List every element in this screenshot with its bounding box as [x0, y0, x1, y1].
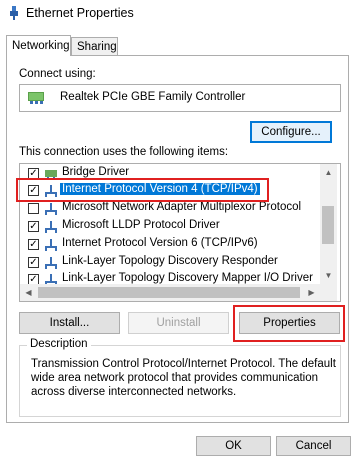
item-label: Bridge Driver	[62, 166, 130, 178]
scroll-left-arrow-icon[interactable]: ◀	[20, 284, 37, 301]
vertical-scrollbar[interactable]: ▲ ▼	[320, 164, 337, 284]
item-checkbox[interactable]: ✓	[28, 257, 39, 268]
item-checkbox[interactable]: ✓	[28, 221, 39, 232]
item-label: Microsoft Network Adapter Multiplexor Pr…	[62, 201, 302, 213]
item-label: Link-Layer Topology Discovery Responder	[62, 255, 278, 267]
window-title: Ethernet Properties	[26, 6, 134, 20]
network-protocol-icon	[45, 203, 57, 215]
list-item[interactable]: ✓ Microsoft LLDP Protocol Driver	[20, 218, 325, 235]
network-protocol-icon	[45, 239, 57, 251]
configure-button[interactable]: Configure...	[250, 121, 332, 143]
item-label: Internet Protocol Version 6 (TCP/IPv6)	[62, 237, 258, 249]
connect-using-label: Connect using:	[19, 68, 96, 80]
vertical-scroll-thumb[interactable]	[322, 206, 334, 244]
list-item[interactable]: ✓ Internet Protocol Version 6 (TCP/IPv6)	[20, 236, 325, 253]
tab-networking[interactable]: Networking	[6, 35, 71, 56]
item-checkbox[interactable]: ✓	[28, 239, 39, 250]
scroll-down-arrow-icon[interactable]: ▼	[320, 267, 337, 284]
description-label: Description	[27, 338, 91, 350]
uninstall-button: Uninstall	[128, 312, 229, 334]
properties-highlight-box	[233, 305, 345, 342]
item-label: Microsoft LLDP Protocol Driver	[62, 219, 220, 231]
description-text: Transmission Control Protocol/Internet P…	[31, 358, 336, 398]
title-bar: Ethernet Properties	[0, 0, 356, 28]
item-checkbox[interactable]	[28, 203, 39, 214]
cancel-button[interactable]: Cancel	[276, 436, 351, 456]
scroll-right-arrow-icon[interactable]: ▶	[303, 284, 320, 301]
scroll-corner	[320, 284, 337, 301]
tab-sharing[interactable]: Sharing	[71, 37, 118, 55]
network-adapter-icon	[28, 92, 44, 104]
items-label: This connection uses the following items…	[19, 146, 229, 158]
horizontal-scroll-thumb[interactable]	[38, 287, 300, 298]
item-label: Link-Layer Topology Discovery Mapper I/O…	[62, 272, 313, 284]
install-button[interactable]: Install...	[19, 312, 120, 334]
network-protocol-icon	[45, 221, 57, 233]
horizontal-scrollbar[interactable]: ◀ ▶	[20, 284, 320, 301]
list-item[interactable]: ✓ Link-Layer Topology Discovery Responde…	[20, 254, 325, 271]
ok-button[interactable]: OK	[196, 436, 271, 456]
ipv4-highlight-box	[16, 178, 269, 202]
adapter-box: Realtek PCIe GBE Family Controller	[19, 84, 341, 112]
scroll-up-arrow-icon[interactable]: ▲	[320, 164, 337, 181]
adapter-name: Realtek PCIe GBE Family Controller	[60, 91, 246, 103]
list-item[interactable]: Microsoft Network Adapter Multiplexor Pr…	[20, 200, 325, 217]
network-protocol-icon	[45, 257, 57, 269]
network-plug-icon	[10, 6, 18, 20]
